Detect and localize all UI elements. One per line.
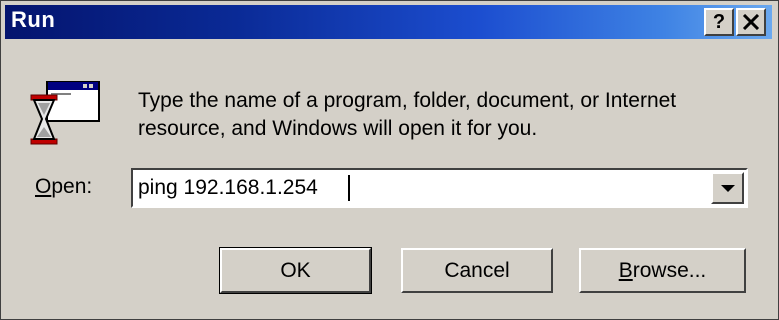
run-hourglass-window-icon: [29, 80, 101, 152]
open-input[interactable]: [136, 173, 708, 203]
help-button[interactable]: ?: [704, 8, 734, 36]
open-combobox[interactable]: [131, 168, 748, 208]
browse-button[interactable]: Browse...: [579, 248, 746, 293]
title-bar[interactable]: Run ?: [5, 5, 772, 39]
open-label: Open:: [35, 175, 92, 199]
instruction-text: Type the name of a program, folder, docu…: [138, 89, 677, 140]
ok-button[interactable]: OK: [219, 247, 372, 294]
browse-label: rowse...: [632, 258, 707, 282]
dialog-title: Run: [11, 7, 56, 32]
close-button[interactable]: [736, 8, 766, 36]
close-icon: [742, 14, 760, 30]
text-caret: [348, 175, 350, 201]
chevron-down-icon: [720, 184, 735, 192]
run-dialog: Run ? Type the name of a program, folder…: [0, 0, 779, 320]
open-label-text: pen:: [51, 175, 93, 198]
dropdown-button[interactable]: [711, 172, 744, 204]
cancel-button[interactable]: Cancel: [401, 248, 553, 293]
open-label-accelerator: O: [35, 175, 52, 198]
browse-accelerator: B: [618, 258, 633, 282]
